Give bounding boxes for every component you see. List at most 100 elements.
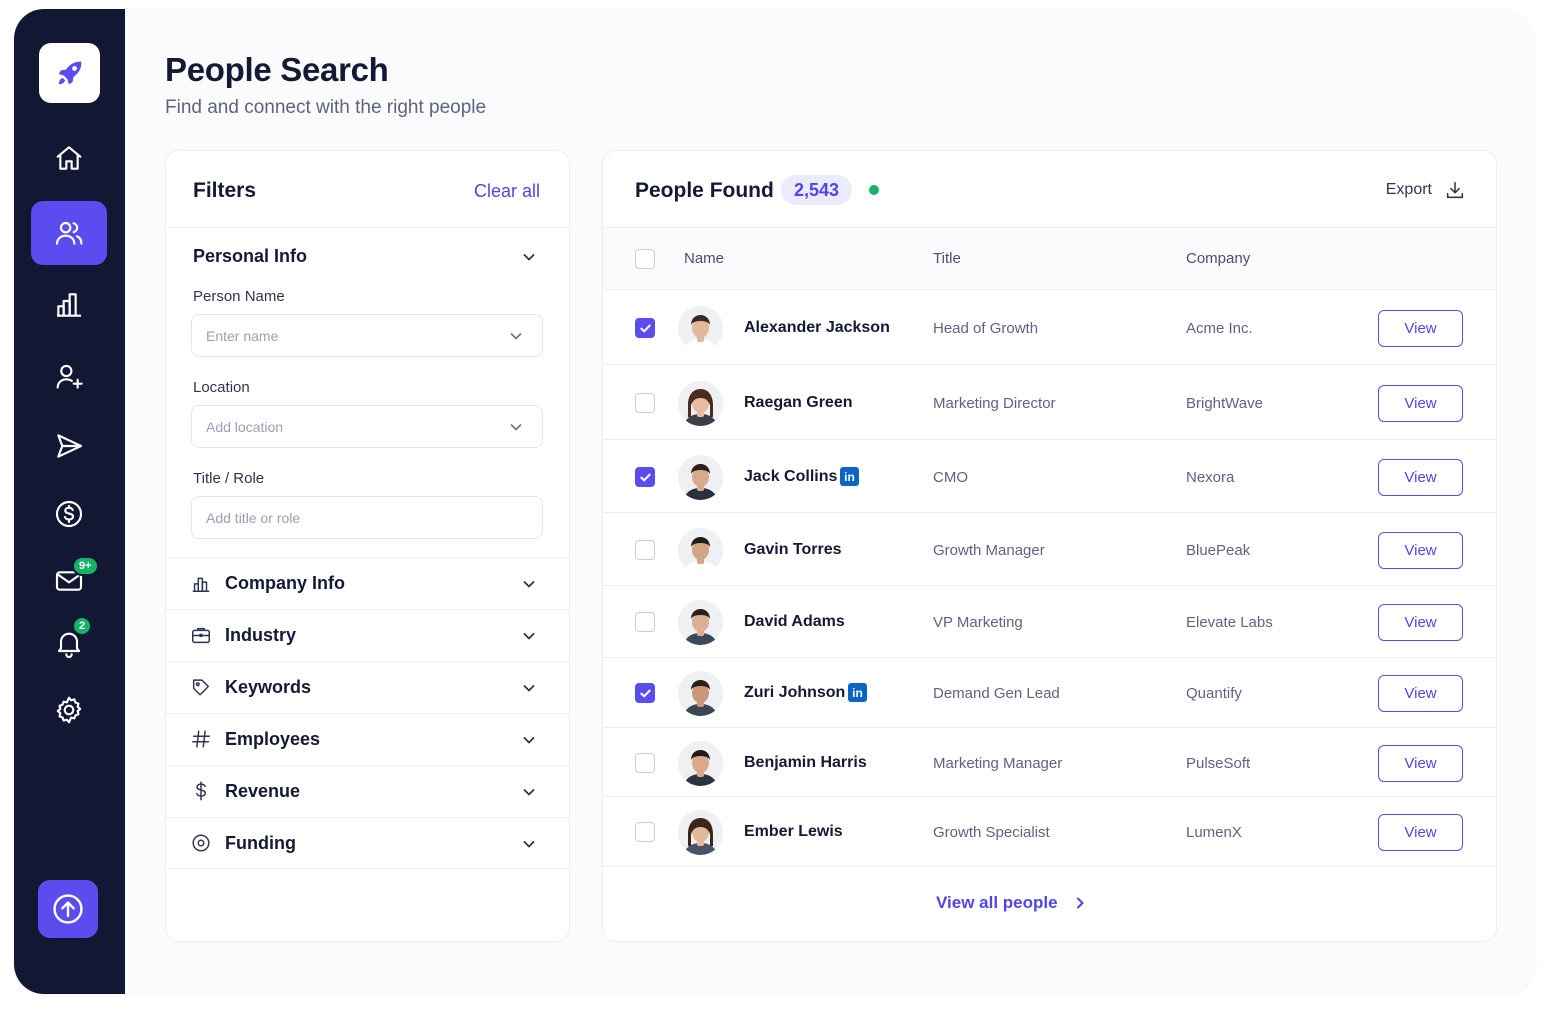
- person-company: BrightWave: [1186, 395, 1263, 412]
- export-button[interactable]: Export: [1386, 179, 1466, 201]
- chevron-down-icon: [523, 841, 535, 848]
- filter-employees[interactable]: Employees: [166, 713, 569, 765]
- table-row[interactable]: David Adams VP Marketing Elevate Labs Vi…: [603, 586, 1496, 658]
- nav-people[interactable]: [31, 201, 107, 265]
- live-status-dot: [869, 185, 879, 195]
- person-name-input[interactable]: Enter name: [191, 314, 543, 357]
- chevron-down-icon: [523, 254, 535, 261]
- person-name[interactable]: Ember Lewis: [744, 823, 843, 841]
- person-company: Elevate Labs: [1186, 614, 1273, 631]
- person-title: Growth Specialist: [933, 824, 1050, 841]
- filter-industry[interactable]: Industry: [166, 609, 569, 661]
- chevron-down-icon: [510, 332, 522, 339]
- table-header: Name Title Company: [603, 228, 1496, 290]
- view-profile-button[interactable]: View: [1378, 532, 1463, 569]
- table-row[interactable]: Gavin Torres Growth Manager BluePeak Vie…: [603, 513, 1496, 586]
- row-checkbox[interactable]: [635, 467, 655, 487]
- person-name[interactable]: Zuri Johnson: [744, 684, 845, 702]
- filter-company-info[interactable]: Company Info: [166, 557, 569, 609]
- table-row[interactable]: Benjamin Harris Marketing Manager PulseS…: [603, 728, 1496, 797]
- person-name[interactable]: Jack Collins: [744, 468, 837, 486]
- view-all-label: View all people: [936, 893, 1058, 912]
- table-row[interactable]: Alexander Jackson Head of Growth Acme In…: [603, 290, 1496, 365]
- keywords-label: Keywords: [225, 677, 312, 697]
- nav-add-contact[interactable]: [31, 345, 107, 409]
- clear-all-link[interactable]: Clear all: [474, 181, 540, 202]
- row-checkbox[interactable]: [635, 753, 655, 773]
- view-profile-button[interactable]: View: [1378, 385, 1463, 422]
- person-title: Marketing Director: [933, 395, 1056, 412]
- filters-panel: Filters Clear all Personal Info Person N…: [165, 150, 570, 942]
- row-checkbox[interactable]: [635, 612, 655, 632]
- page-subtitle: Find and connect with the right people: [165, 97, 487, 118]
- export-label: Export: [1385, 181, 1432, 198]
- avatar: [678, 528, 723, 573]
- row-checkbox[interactable]: [635, 822, 655, 842]
- personal-info-label: Personal Info: [193, 246, 308, 266]
- personal-info-toggle[interactable]: Personal Info: [193, 244, 542, 272]
- row-checkbox[interactable]: [635, 318, 655, 338]
- title-role-placeholder: Add title or role: [206, 509, 301, 526]
- table-row[interactable]: Raegan Green Marketing Director BrightWa…: [603, 365, 1496, 440]
- nav-campaigns[interactable]: [31, 414, 107, 478]
- row-checkbox[interactable]: [635, 393, 655, 413]
- nav-notifications[interactable]: 2: [31, 611, 107, 675]
- row-checkbox[interactable]: [635, 540, 655, 560]
- nav-billing[interactable]: [31, 482, 107, 546]
- nav-analytics[interactable]: [31, 273, 107, 337]
- linkedin-icon[interactable]: in: [840, 467, 859, 486]
- person-name[interactable]: Alexander Jackson: [744, 319, 890, 337]
- hash-icon: [192, 730, 210, 748]
- view-all-people-link[interactable]: View all people: [936, 893, 1088, 913]
- person-title: Marketing Manager: [933, 755, 1063, 772]
- filter-keywords[interactable]: Keywords: [166, 661, 569, 713]
- row-checkbox[interactable]: [635, 683, 655, 703]
- filter-revenue[interactable]: Revenue: [166, 765, 569, 817]
- person-title: VP Marketing: [933, 614, 1023, 631]
- person-title: CMO: [933, 469, 968, 486]
- people-results-panel: People Found 2,543 Export Name Title Com…: [602, 150, 1497, 942]
- view-profile-button[interactable]: View: [1378, 459, 1463, 496]
- revenue-label: Revenue: [225, 781, 301, 801]
- person-name[interactable]: Raegan Green: [744, 394, 852, 412]
- chevron-down-icon: [523, 737, 535, 744]
- linkedin-icon[interactable]: in: [848, 683, 867, 702]
- results-count-badge: 2,543: [781, 175, 853, 205]
- view-profile-button[interactable]: View: [1378, 675, 1463, 712]
- person-name[interactable]: Gavin Torres: [744, 541, 842, 559]
- chevron-down-icon: [523, 633, 535, 640]
- mail-badge: 9+: [72, 556, 99, 576]
- chevron-down-icon: [523, 685, 535, 692]
- check-icon: [639, 473, 651, 481]
- person-name[interactable]: David Adams: [744, 613, 845, 631]
- person-company: Acme Inc.: [1186, 320, 1253, 337]
- column-header-name: Name: [684, 250, 725, 267]
- title-role-input[interactable]: Add title or role: [191, 496, 543, 539]
- company-info-label: Company Info: [225, 573, 345, 593]
- location-label: Location: [193, 379, 250, 396]
- check-icon: [639, 324, 651, 332]
- location-input[interactable]: Add location: [191, 405, 543, 448]
- filter-funding[interactable]: Funding: [166, 817, 569, 869]
- table-row[interactable]: Ember Lewis Growth Specialist LumenX Vie…: [603, 797, 1496, 867]
- app-logo[interactable]: [39, 43, 100, 103]
- avatar: [678, 671, 723, 716]
- nav-settings[interactable]: [31, 678, 107, 742]
- home-icon: [56, 146, 82, 170]
- select-all-checkbox[interactable]: [635, 249, 655, 269]
- avatar: [678, 455, 723, 500]
- person-name[interactable]: Benjamin Harris: [744, 754, 867, 772]
- table-row[interactable]: Jack Collins in CMO Nexora View: [603, 440, 1496, 513]
- view-profile-button[interactable]: View: [1378, 814, 1463, 851]
- dollar-icon: [196, 781, 207, 801]
- view-profile-button[interactable]: View: [1378, 310, 1463, 347]
- avatar: [678, 600, 723, 645]
- view-profile-button[interactable]: View: [1378, 745, 1463, 782]
- person-title: Growth Manager: [933, 542, 1045, 559]
- nav-inbox[interactable]: 9+: [31, 549, 107, 613]
- person-photo: [678, 528, 723, 573]
- table-row[interactable]: Zuri Johnson in Demand Gen Lead Quantify…: [603, 658, 1496, 728]
- nav-home[interactable]: [31, 126, 107, 190]
- upgrade-button[interactable]: [38, 880, 98, 938]
- view-profile-button[interactable]: View: [1378, 604, 1463, 641]
